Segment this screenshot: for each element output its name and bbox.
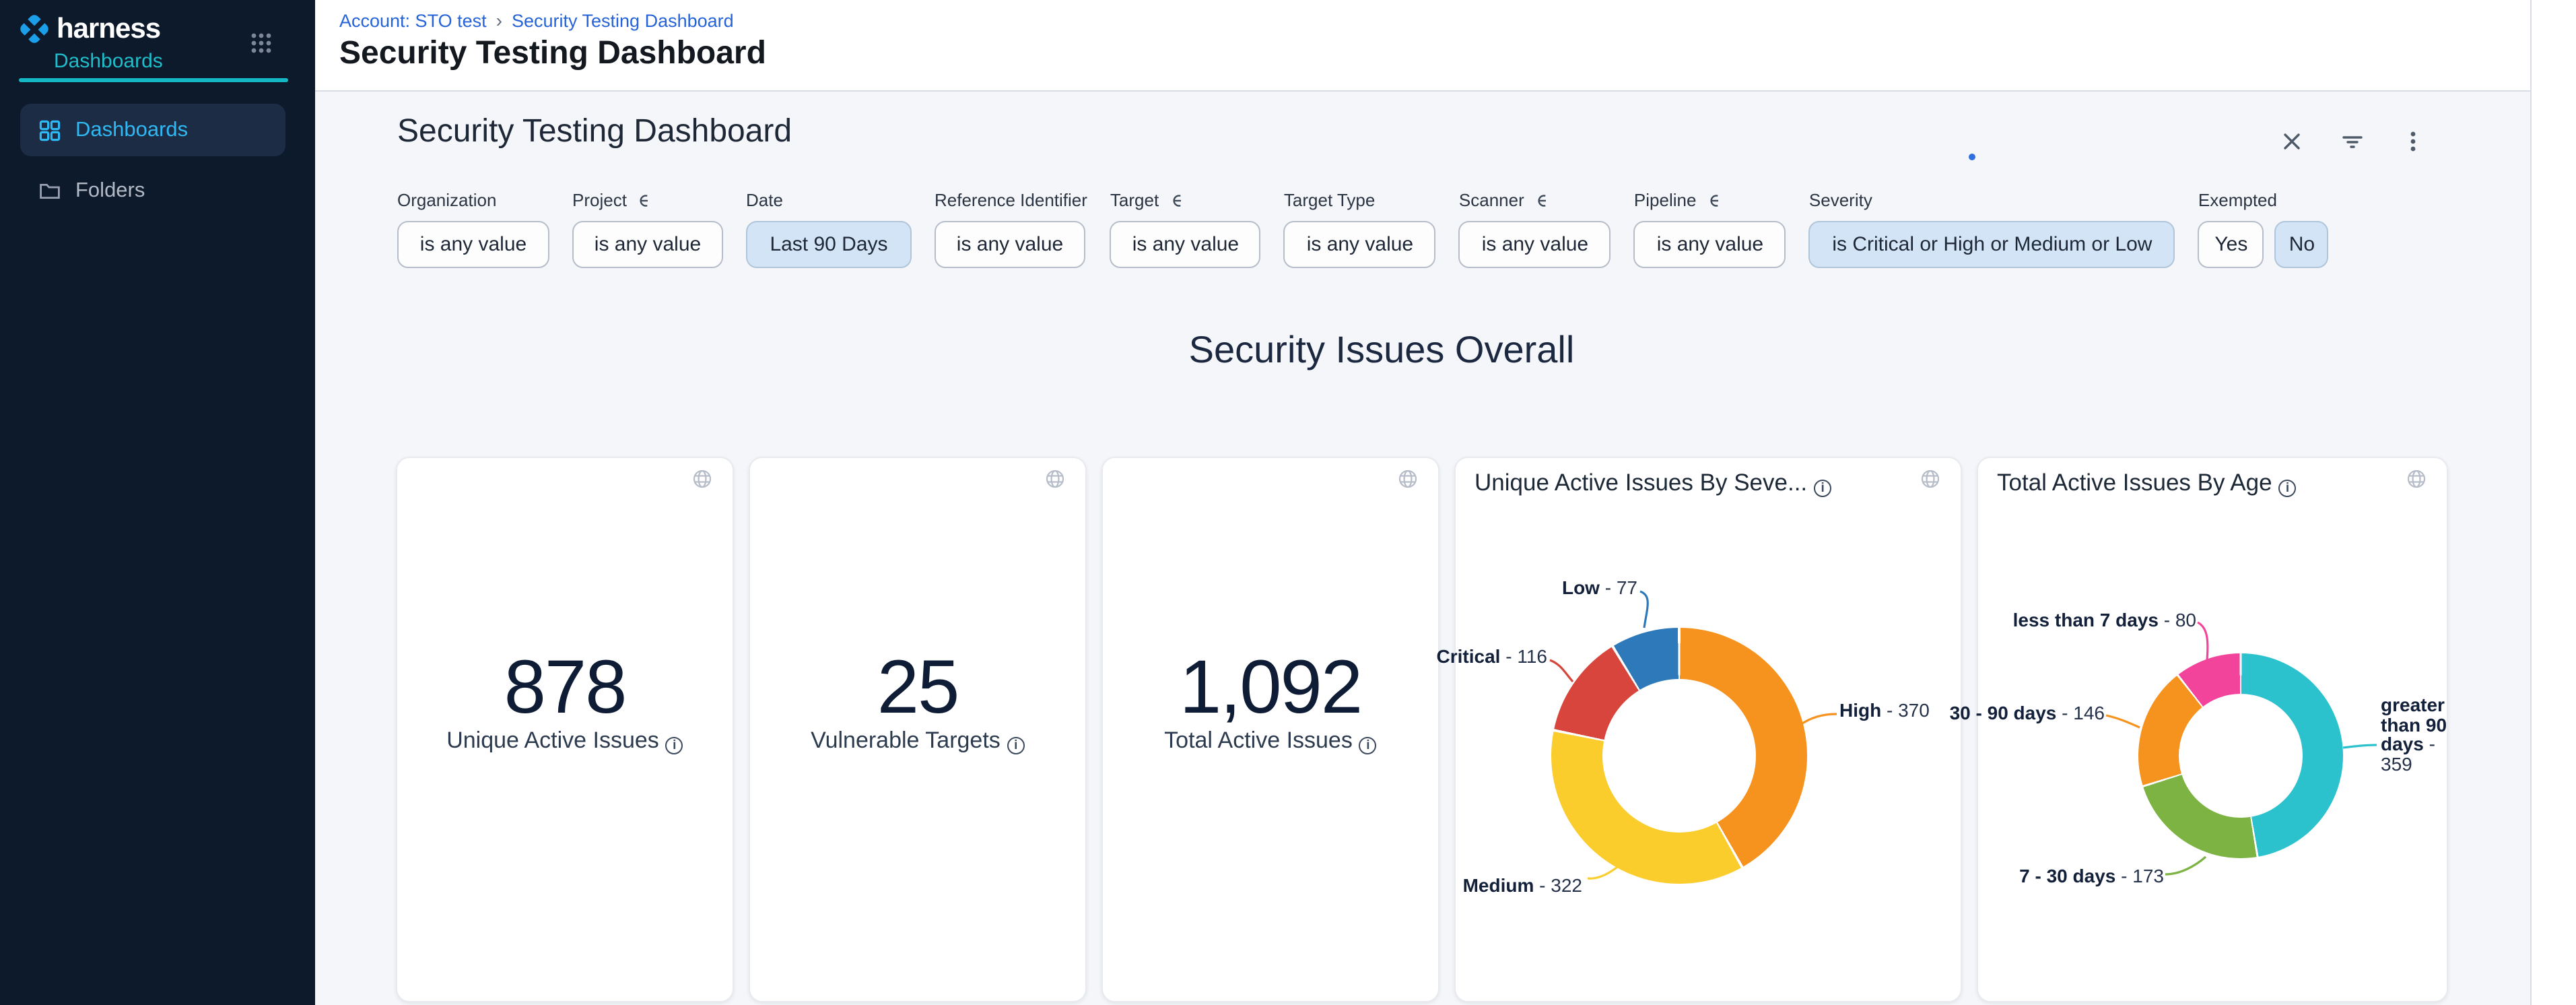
info-icon[interactable]: i	[2279, 480, 2297, 497]
filter-label: Pipeline	[1634, 190, 1786, 210]
stat-label: Vulnerable Targetsi	[750, 727, 1085, 754]
filter-exempted: Exempted YesNo	[2198, 190, 2329, 268]
stat-label: Total Active Issuesi	[1103, 727, 1438, 754]
sidebar-item-dashboards[interactable]: Dashboards	[20, 104, 285, 156]
slice-label-medium: Medium - 322	[1463, 874, 1582, 896]
globe-icon[interactable]	[1045, 469, 1065, 489]
harness-logo[interactable]: harness	[19, 13, 160, 44]
filter-reference-identifier: Reference Identifier is any value	[935, 190, 1087, 268]
slice-label-7-30-days: 7 - 30 days - 173	[2019, 865, 2164, 886]
app-window: harness Dashboards Dashboards	[0, 0, 2576, 1005]
section-title: Security Issues Overall	[315, 329, 2448, 372]
filter-pipeline: Pipeline is any value	[1634, 190, 1786, 268]
stat-value: 1,092	[1103, 643, 1438, 730]
severity-donut-chart[interactable]	[1551, 628, 1807, 884]
breadcrumb-separator: ›	[496, 9, 502, 31]
filter-value[interactable]: is any value	[1459, 221, 1611, 268]
filter-label: Date	[746, 190, 912, 210]
folder-icon	[39, 180, 61, 201]
dashboard-actions	[2280, 129, 2425, 154]
cards-row: 878 Unique Active Issuesi 25 Vulnerable …	[396, 457, 2448, 1002]
slice-label-low: Low - 77	[1562, 577, 1637, 598]
filter-project: Project is any value	[572, 190, 723, 268]
filter-target: Target is any value	[1110, 190, 1261, 268]
filter-bar: Organization is any value Project is any va…	[397, 190, 2352, 268]
brand-wordmark: harness	[57, 13, 160, 44]
globe-icon[interactable]	[2406, 469, 2427, 489]
card-issues-by-age-chart[interactable]: Total Active Issues By Agei greater than…	[1977, 457, 2448, 1002]
module-name: Dashboards	[54, 50, 163, 73]
slice-label-less-than-7-days: less than 7 days - 80	[2013, 609, 2196, 630]
filter-severity: Severity is Critical or High or Medium or…	[1809, 190, 2175, 268]
breadcrumb-account-link[interactable]: Account: STO test	[339, 11, 487, 31]
filter-value[interactable]: Last 90 Days	[746, 221, 912, 268]
info-icon[interactable]: i	[1814, 480, 1831, 497]
card-vulnerable-targets[interactable]: 25 Vulnerable Targetsi	[749, 457, 1087, 1002]
filter-target-type: Target Type is any value	[1284, 190, 1436, 268]
info-icon[interactable]: i	[1359, 737, 1377, 754]
harness-logo-icon	[19, 13, 50, 44]
chart-title: Total Active Issues By Agei	[1997, 469, 2297, 497]
close-icon[interactable]	[2280, 129, 2304, 154]
filter-label: Project	[572, 190, 723, 210]
globe-icon[interactable]	[1920, 469, 1940, 489]
filter-value[interactable]: is any value	[572, 221, 723, 268]
stat-value: 25	[750, 643, 1085, 730]
info-icon[interactable]: i	[1007, 737, 1025, 754]
kebab-menu-icon[interactable]	[2401, 129, 2425, 154]
slice-label-critical: Critical - 116	[1437, 645, 1547, 667]
filter-value[interactable]: is any value	[397, 221, 549, 268]
stat-value: 878	[397, 643, 733, 730]
globe-icon[interactable]	[1398, 469, 1418, 489]
exempted-yes-button[interactable]: Yes	[2198, 221, 2264, 268]
age-donut-chart[interactable]	[2138, 653, 2343, 858]
filter-label: Target Type	[1284, 190, 1436, 210]
sidebar-divider	[19, 78, 288, 82]
filter-date: Date Last 90 Days	[746, 190, 912, 268]
chart-title: Unique Active Issues By Seve...i	[1475, 469, 1831, 497]
filter-label: Exempted	[2198, 190, 2329, 210]
filter-icon[interactable]	[2340, 129, 2365, 154]
filter-label: Target	[1110, 190, 1261, 210]
card-total-active-issues[interactable]: 1,092 Total Active Issuesi	[1101, 457, 1439, 1002]
cursor-dot	[1969, 154, 1975, 160]
filter-value[interactable]: is any value	[1110, 221, 1261, 268]
page-title: Security Testing Dashboard	[339, 35, 766, 73]
filter-label: Scanner	[1459, 190, 1611, 210]
scrollbar-gutter[interactable]	[2530, 0, 2576, 1005]
filter-value[interactable]: is any value	[1634, 221, 1786, 268]
stat-label: Unique Active Issuesi	[397, 727, 733, 754]
dashboard-panel: Security Testing Dashboard Organization i…	[315, 92, 2530, 1005]
slice-label-greater-than-90-days: greater than 90 days - 359	[2381, 695, 2464, 773]
breadcrumb: Account: STO test › Security Testing Dashb…	[339, 9, 734, 31]
filter-organization: Organization is any value	[397, 190, 549, 268]
globe-icon[interactable]	[692, 469, 712, 489]
sidebar: harness Dashboards Dashboards	[0, 0, 315, 1005]
filter-value[interactable]: is Critical or High or Medium or Low	[1809, 221, 2175, 268]
filter-label: Organization	[397, 190, 549, 210]
exempted-no-button[interactable]: No	[2275, 221, 2329, 268]
info-icon[interactable]: i	[666, 737, 683, 754]
sidebar-item-folders[interactable]: Folders	[20, 164, 285, 217]
filter-value[interactable]: is any value	[935, 221, 1085, 268]
filter-label: Reference Identifier	[935, 190, 1087, 210]
module-switcher-icon[interactable]	[250, 32, 272, 54]
page-header: Account: STO test › Security Testing Dashb…	[315, 0, 2576, 92]
breadcrumb-page-link[interactable]: Security Testing Dashboard	[512, 11, 734, 31]
sidebar-item-label: Dashboards	[75, 118, 188, 142]
dashboard-title: Security Testing Dashboard	[397, 113, 792, 151]
card-issues-by-severity-chart[interactable]: Unique Active Issues By Seve...i High - …	[1454, 457, 1962, 1002]
filter-label: Severity	[1809, 190, 2175, 210]
card-unique-active-issues[interactable]: 878 Unique Active Issuesi	[396, 457, 734, 1002]
dashboards-icon	[39, 119, 61, 141]
slice-label-30-90-days: 30 - 90 days - 146	[1950, 702, 2105, 723]
filter-value[interactable]: is any value	[1284, 221, 1436, 268]
slice-label-high: High - 370	[1839, 699, 1930, 721]
filter-scanner: Scanner is any value	[1459, 190, 1611, 268]
sidebar-item-label: Folders	[75, 179, 145, 203]
